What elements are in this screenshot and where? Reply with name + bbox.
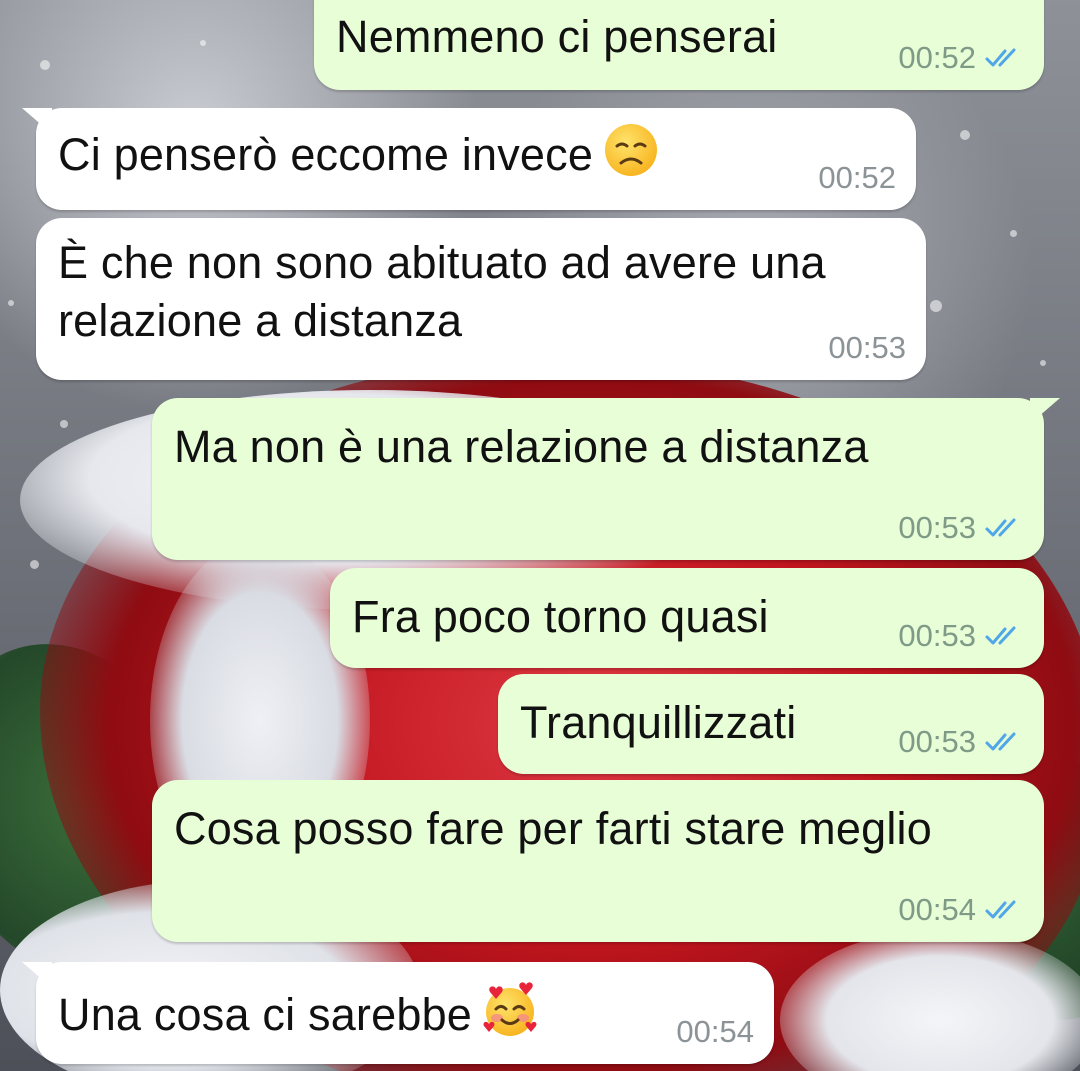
message-time: 00:54: [676, 1014, 754, 1049]
message-meta: 00:54: [676, 1014, 754, 1050]
outgoing-message[interactable]: Fra poco torno quasi 00:53: [330, 568, 1044, 668]
read-receipt-icon: [985, 48, 1016, 67]
message-meta: 00:52: [818, 160, 896, 196]
message-text: Ci penserò eccome invece: [58, 122, 894, 184]
message-time: 00:52: [818, 160, 896, 195]
smiling-face-with-hearts-icon: [483, 982, 537, 1036]
message-meta: 00:53: [898, 618, 1024, 654]
message-text: È che non sono abituato ad avere una rel…: [58, 237, 826, 346]
message-meta: 00:53: [828, 330, 906, 366]
read-receipt-icon: [985, 626, 1016, 645]
message-meta: 00:53: [898, 724, 1024, 760]
message-time: 00:53: [898, 618, 976, 653]
outgoing-message[interactable]: Nemmeno ci penserai 00:52: [314, 0, 1044, 90]
read-receipt-icon: [985, 900, 1016, 919]
incoming-message[interactable]: Una cosa ci sarebbe 00:54: [22, 962, 774, 1064]
read-receipt-icon: [985, 732, 1016, 751]
message-text: Ma non è una relazione a distanza: [174, 421, 869, 472]
message-time: 00:53: [828, 330, 906, 365]
message-time: 00:52: [898, 40, 976, 75]
disappointed-face-icon: [605, 124, 658, 176]
message-time: 00:53: [898, 510, 976, 545]
message-time: 00:53: [898, 724, 976, 759]
outgoing-message[interactable]: Ma non è una relazione a distanza 00:53: [152, 398, 1060, 560]
message-meta: 00:52: [898, 40, 1024, 76]
message-text: Cosa posso fare per farti stare meglio: [174, 803, 932, 854]
read-receipt-icon: [985, 518, 1016, 537]
message-time: 00:54: [898, 892, 976, 927]
message-meta: 00:54: [898, 892, 1024, 928]
message-list[interactable]: Nemmeno ci penserai 00:52 Ci penserò ecc…: [0, 0, 1080, 1071]
incoming-message[interactable]: Ci penserò eccome invece 00:52: [22, 108, 916, 210]
outgoing-message[interactable]: Tranquillizzati 00:53: [498, 674, 1044, 774]
incoming-message[interactable]: È che non sono abituato ad avere una rel…: [36, 218, 926, 380]
message-meta: 00:53: [898, 510, 1024, 546]
outgoing-message[interactable]: Cosa posso fare per farti stare meglio 0…: [152, 780, 1044, 942]
message-text: Una cosa ci sarebbe: [58, 982, 752, 1044]
